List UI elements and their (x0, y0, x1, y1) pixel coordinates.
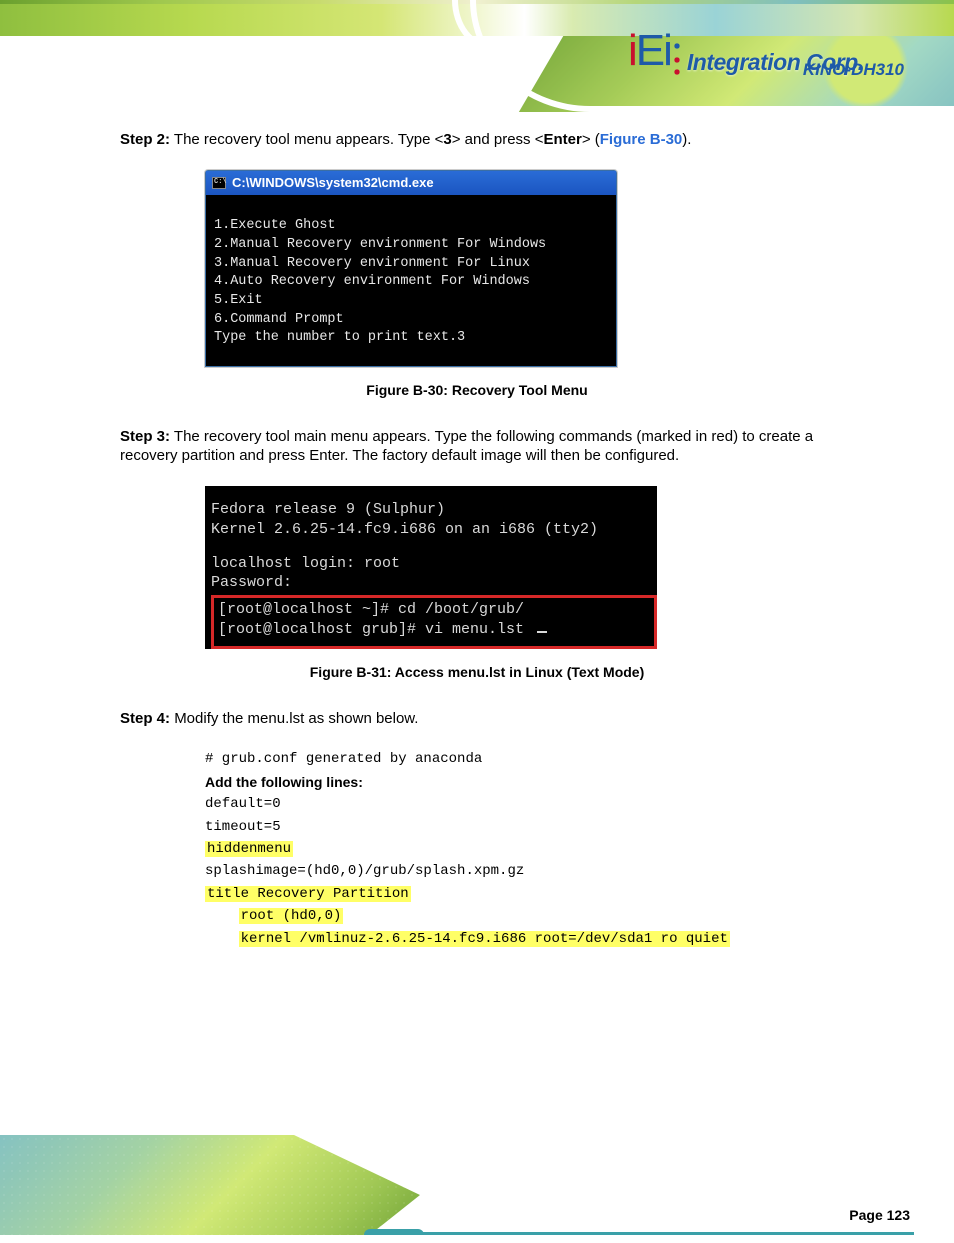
step-2-key-enter: Enter (543, 131, 581, 148)
step-2-lead: Step 2: (120, 131, 170, 148)
grub-note: Add the following lines: (205, 771, 834, 793)
page-content: Step 2: The recovery tool menu appears. … (0, 130, 954, 950)
step-2: Step 2: The recovery tool menu appears. … (120, 130, 834, 150)
term-line-6-text: [root@localhost grub]# vi menu.lst (218, 621, 524, 638)
cmd-body: 1.Execute Ghost 2.Manual Recovery enviro… (206, 195, 616, 365)
grub-config-block: # grub.conf generated by anaconda Add th… (205, 748, 834, 950)
figure-b-30: C:\WINDOWS\system32\cmd.exe 1.Execute Gh… (205, 170, 834, 367)
linux-terminal: Fedora release 9 (Sulphur) Kernel 2.6.25… (205, 486, 657, 649)
step-2-text-d: ). (682, 131, 691, 148)
grub-line-kernel: kernel /vmlinuz-2.6.25-14.fc9.i686 root=… (205, 928, 834, 950)
grub-line-hidden: hiddenmenu (205, 838, 834, 860)
figure-b-30-caption: Figure B-30: Recovery Tool Menu (120, 381, 834, 399)
grub-hl-kernel: kernel /vmlinuz-2.6.25-14.fc9.i686 root=… (239, 931, 730, 947)
step-2-text-c: > ( (582, 131, 600, 148)
page-footer: Page 123 (0, 1135, 954, 1235)
step-3-text: The recovery tool main menu appears. Typ… (120, 428, 813, 465)
step-3-lead: Step 3: (120, 428, 170, 445)
cmd-icon (212, 177, 226, 189)
grub-hl-root: root (hd0,0) (239, 908, 344, 924)
step-4: Step 4: Modify the menu.lst as shown bel… (120, 709, 834, 729)
product-title: KINO-DH310 (803, 60, 904, 80)
logo-letter-e: E (636, 26, 663, 75)
step-4-text: Modify the menu.lst as shown below. (174, 710, 418, 727)
logo-letter-i2: i (663, 26, 671, 75)
cmd-title-text: C:\WINDOWS\system32\cmd.exe (232, 175, 434, 192)
term-line-1: Fedora release 9 (Sulphur) (211, 500, 657, 520)
grub-hl-hidden: hiddenmenu (205, 841, 293, 857)
grub-line-default: default=0 (205, 793, 834, 815)
step-2-text-a: The recovery tool menu appears. Type < (174, 131, 443, 148)
grub-line-timeout: timeout=5 (205, 816, 834, 838)
term-line-6: [root@localhost grub]# vi menu.lst (218, 620, 650, 640)
step-3: Step 3: The recovery tool main menu appe… (120, 427, 834, 466)
term-highlight-box: [root@localhost ~]# cd /boot/grub/ [root… (211, 595, 657, 649)
step-2-text-b: > and press < (452, 131, 544, 148)
step-2-figref: Figure B-30 (600, 131, 683, 148)
term-line-3: localhost login: root (211, 554, 657, 574)
step-2-key-3: 3 (443, 131, 451, 148)
step-4-lead: Step 4: (120, 710, 170, 727)
term-line-5: [root@localhost ~]# cd /boot/grub/ (218, 600, 650, 620)
logo-dots-icon (673, 40, 681, 76)
term-line-2: Kernel 2.6.25-14.fc9.i686 on an i686 (tt… (211, 520, 657, 540)
term-line-4: Password: (211, 573, 657, 593)
cursor-icon (537, 631, 547, 633)
grub-line-root: root (hd0,0) (205, 905, 834, 927)
grub-comment: # grub.conf generated by anaconda (205, 748, 834, 770)
cmd-window: C:\WINDOWS\system32\cmd.exe 1.Execute Gh… (205, 170, 617, 367)
grub-line-splash: splashimage=(hd0,0)/grub/splash.xpm.gz (205, 860, 834, 882)
grub-hl-title: title Recovery Partition (205, 886, 411, 902)
cmd-titlebar: C:\WINDOWS\system32\cmd.exe (206, 171, 616, 196)
term-blank (211, 540, 657, 554)
page-header: iEi Integration Corp. KINO-DH310 (0, 0, 954, 112)
logo-letter-i1: i (628, 26, 636, 75)
footer-swoop (0, 1123, 450, 1243)
figure-b-31-caption: Figure B-31: Access menu.lst in Linux (T… (120, 663, 834, 681)
figure-b-31: Fedora release 9 (Sulphur) Kernel 2.6.25… (205, 486, 834, 649)
page-number: Page 123 (849, 1207, 910, 1223)
grub-line-title: title Recovery Partition (205, 883, 834, 905)
